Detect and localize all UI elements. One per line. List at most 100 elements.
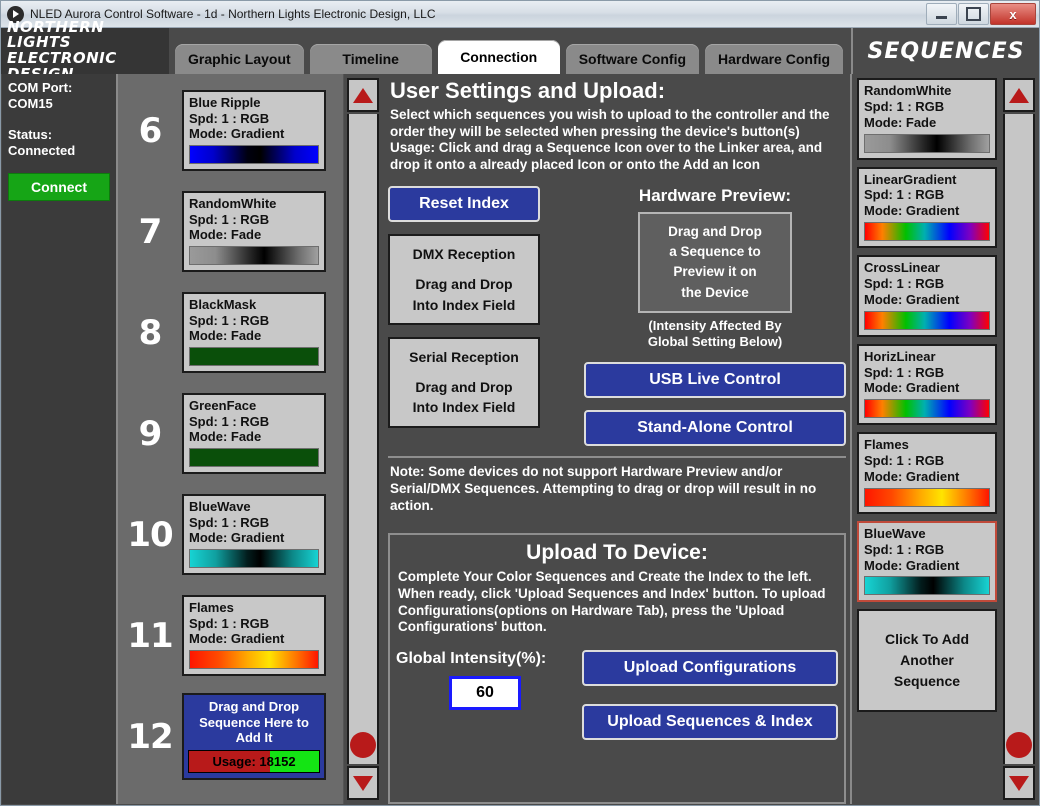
dropzone-line-2: Sequence Here to: [199, 714, 309, 730]
index-row[interactable]: 8 BlackMask Spd: 1 : RGB Mode: Fade: [118, 282, 343, 383]
scroll-up-button[interactable]: [1003, 78, 1035, 112]
index-sequence-card[interactable]: BlueWave Spd: 1 : RGB Mode: Gradient: [182, 493, 326, 576]
close-icon: x: [1009, 6, 1017, 22]
center-content: User Settings and Upload: Select which s…: [382, 74, 850, 804]
index-row[interactable]: 6 Blue Ripple Spd: 1 : RGB Mode: Gradien…: [118, 80, 343, 181]
upload-sequences-index-button[interactable]: Upload Sequences & Index: [582, 704, 838, 740]
sequence-mode: Mode: Gradient: [864, 557, 960, 573]
tab-timeline[interactable]: Timeline: [309, 44, 432, 74]
dropzone-line-1: Drag and Drop: [208, 699, 300, 715]
index-sequence-card[interactable]: Blue Ripple Spd: 1 : RGB Mode: Gradient: [182, 89, 326, 172]
serial-line-1: Drag and Drop: [415, 379, 513, 396]
index-add-row[interactable]: 12 Drag and Drop Sequence Here to Add It…: [118, 686, 343, 787]
scroll-down-button[interactable]: [1003, 766, 1035, 800]
memory-usage-bar: Usage: 18152: [188, 749, 320, 773]
sequence-item[interactable]: CrossLinear Spd: 1 : RGB Mode: Gradient: [857, 255, 997, 337]
global-intensity-input[interactable]: 60: [449, 676, 521, 710]
tab-connection[interactable]: Connection: [437, 40, 560, 74]
sequence-speed: Spd: 1 : RGB: [864, 276, 945, 292]
tab-graphic-layout[interactable]: Graphic Layout: [175, 44, 304, 74]
scroll-thumb[interactable]: [1006, 732, 1032, 758]
sequence-item[interactable]: RandomWhite Spd: 1 : RGB Mode: Fade: [857, 78, 997, 160]
serial-reception-dropzone[interactable]: Serial Reception Drag and Drop Into Inde…: [388, 336, 540, 428]
sequence-item[interactable]: Flames Spd: 1 : RGB Mode: Gradient: [857, 432, 997, 514]
sequence-item[interactable]: LinearGradient Spd: 1 : RGB Mode: Gradie…: [857, 166, 997, 249]
sequence-name: CrossLinear: [864, 260, 940, 276]
tab-hardware-config[interactable]: Hardware Config: [705, 44, 844, 74]
upload-configurations-button[interactable]: Upload Configurations: [582, 650, 838, 686]
sequence-mode: Mode: Gradient: [189, 631, 285, 647]
index-sequence-card[interactable]: Flames Spd: 1 : RGB Mode: Gradient: [182, 594, 326, 677]
dmx-line-2: Into Index Field: [412, 296, 516, 313]
index-sequence-card[interactable]: GreenFace Spd: 1 : RGB Mode: Fade: [182, 392, 326, 475]
index-row[interactable]: 9 GreenFace Spd: 1 : RGB Mode: Fade: [118, 383, 343, 484]
sequence-name: GreenFace: [189, 397, 257, 413]
index-number: 12: [127, 716, 173, 757]
sequence-gradient-swatch: [864, 576, 990, 596]
application-window: NLED Aurora Control Software - 1d - Nort…: [0, 0, 1040, 806]
hardware-preview-dropzone[interactable]: Drag and Drop a Sequence to Preview it o…: [638, 211, 792, 313]
index-sequence-card[interactable]: RandomWhite Spd: 1 : RGB Mode: Fade: [182, 190, 326, 273]
sequence-name: BlueWave: [864, 525, 926, 541]
triangle-down-icon: [1009, 775, 1029, 791]
sequence-gradient-swatch: [864, 222, 990, 242]
index-scrollbar[interactable]: [344, 74, 382, 804]
index-row[interactable]: 11 Flames Spd: 1 : RGB Mode: Gradient: [118, 585, 343, 686]
upload-buttons-group: Upload Configurations Upload Sequences &…: [574, 650, 838, 740]
sequence-name: LinearGradient: [864, 171, 957, 187]
sequence-speed: Spd: 1 : RGB: [864, 541, 945, 557]
scroll-track[interactable]: [347, 114, 379, 764]
add-sequence-dropzone[interactable]: Drag and Drop Sequence Here to Add It Us…: [182, 693, 326, 780]
sequence-mode: Mode: Gradient: [864, 203, 960, 219]
global-intensity-label: Global Intensity(%):: [396, 650, 547, 667]
sequences-panel-title: SEQUENCES: [867, 38, 1025, 64]
scroll-track[interactable]: [1003, 114, 1035, 764]
maximize-button[interactable]: [958, 3, 989, 25]
index-row[interactable]: 7 RandomWhite Spd: 1 : RGB Mode: Fade: [118, 181, 343, 282]
add-seq-line-2: Another: [900, 652, 954, 669]
close-button[interactable]: x: [990, 3, 1036, 25]
add-another-sequence-button[interactable]: Click To Add Another Sequence: [857, 609, 997, 713]
add-seq-line-3: Sequence: [893, 673, 961, 690]
controls-right-column: Hardware Preview: Drag and Drop a Sequen…: [540, 186, 846, 447]
com-port-value: COM15: [8, 96, 53, 112]
logo-line-1: NORTHERN LIGHTS: [7, 17, 105, 52]
minimize-icon: [936, 16, 947, 19]
sequence-item[interactable]: HorizLinear Spd: 1 : RGB Mode: Gradient: [857, 343, 997, 426]
tab-software-config[interactable]: Software Config: [565, 44, 700, 74]
sequence-speed: Spd: 1 : RGB: [864, 453, 945, 469]
stand-alone-control-button[interactable]: Stand-Alone Control: [584, 410, 846, 447]
header-row: NORTHERN LIGHTS ELECTRONIC DESIGN Graphi…: [1, 19, 1039, 82]
dmx-title: DMX Reception: [412, 245, 516, 262]
sequence-gradient-swatch: [189, 549, 319, 569]
sequence-name: RandomWhite: [864, 83, 952, 98]
sequence-name: RandomWhite: [189, 195, 277, 211]
section-usage-instructions: Usage: Click and drag a Sequence Icon ov…: [390, 140, 823, 173]
hw-drop-line-1: Drag and Drop: [668, 223, 762, 239]
connect-button[interactable]: Connect: [8, 173, 110, 201]
reset-index-button[interactable]: Reset Index: [388, 185, 540, 222]
dmx-reception-dropzone[interactable]: DMX Reception Drag and Drop Into Index F…: [388, 233, 540, 325]
sequence-gradient-swatch: [189, 145, 319, 165]
index-number: 9: [138, 413, 163, 454]
scroll-down-button[interactable]: [347, 766, 379, 800]
index-row[interactable]: 10 BlueWave Spd: 1 : RGB Mode: Gradient: [118, 484, 343, 585]
serial-line-2: Into Index Field: [412, 399, 516, 416]
scroll-thumb[interactable]: [350, 732, 376, 758]
sequences-scrollbar[interactable]: [1000, 74, 1038, 804]
minimize-button[interactable]: [926, 3, 957, 25]
status-value: Connected: [8, 142, 76, 158]
usb-live-control-button[interactable]: USB Live Control: [584, 362, 846, 399]
sequences-panel-header: SEQUENCES: [851, 28, 1039, 74]
upload-controls-row: Global Intensity(%): 60 Upload Configura…: [396, 650, 838, 740]
scroll-up-button[interactable]: [347, 78, 379, 112]
index-list: 6 Blue Ripple Spd: 1 : RGB Mode: Gradien…: [118, 74, 344, 804]
hw-drop-line-3: Preview it on: [673, 264, 757, 280]
index-sequence-card[interactable]: BlackMask Spd: 1 : RGB Mode: Fade: [182, 291, 326, 374]
sequence-mode: Mode: Gradient: [189, 530, 285, 546]
sequence-item-selected[interactable]: BlueWave Spd: 1 : RGB Mode: Gradient: [857, 520, 997, 603]
sequence-mode: Mode: Fade: [864, 114, 937, 130]
sequence-gradient-swatch: [864, 133, 990, 153]
section-title: User Settings and Upload:: [390, 78, 666, 103]
